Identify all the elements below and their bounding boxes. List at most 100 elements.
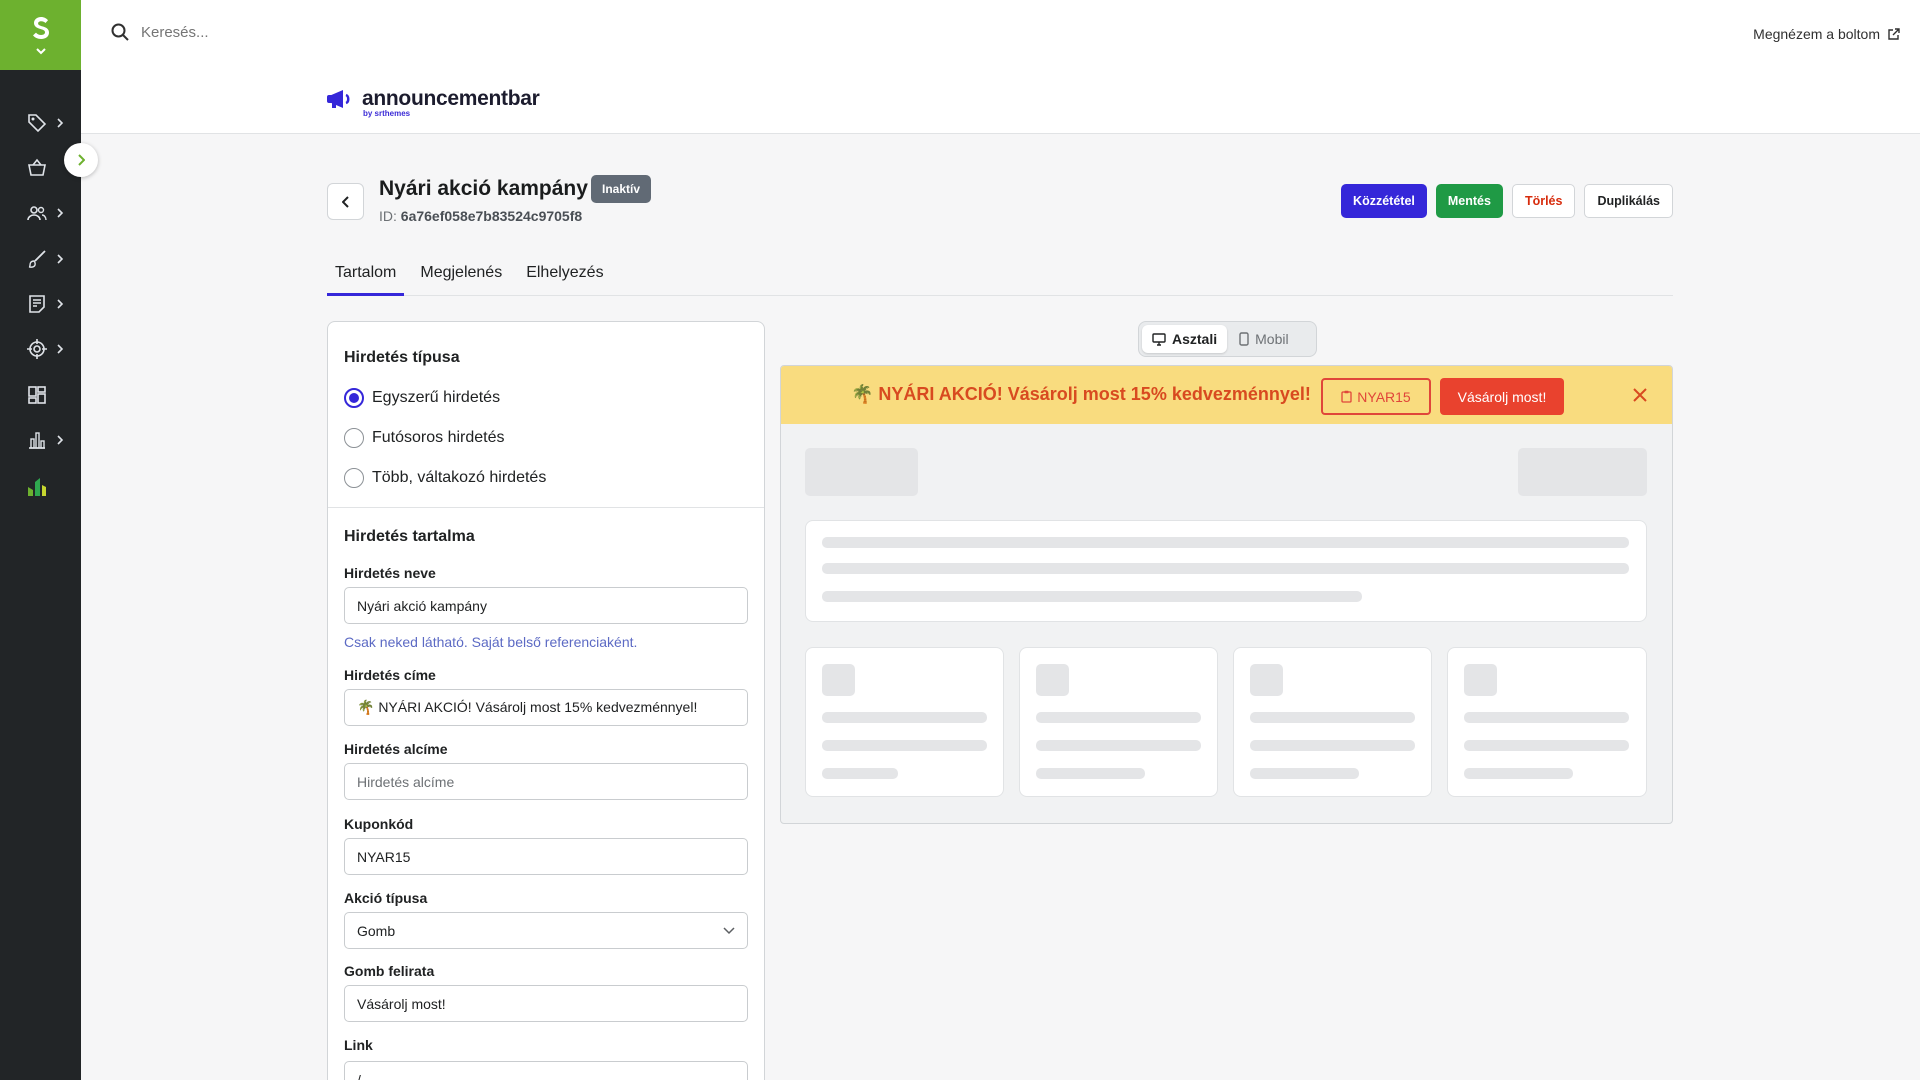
view-store-label: Megnézem a boltom — [1753, 26, 1880, 42]
chevron-down-icon — [723, 926, 735, 934]
chevron-right-icon — [57, 253, 67, 265]
skeleton-line — [822, 537, 1629, 548]
sidebar-item-marketing[interactable] — [0, 327, 81, 371]
skeleton-product-card — [1019, 647, 1218, 797]
sidebar-item-content[interactable] — [0, 282, 81, 326]
basket-icon — [26, 157, 48, 179]
page-actions: Közzététel Mentés Törlés Duplikálás — [1341, 184, 1673, 218]
tab-appearance[interactable]: Megjelenés — [412, 256, 510, 296]
analytics-icon — [26, 429, 48, 451]
top-bar: Megnézem a boltom — [81, 0, 1920, 70]
tag-icon — [26, 112, 48, 134]
sidebar-item-apps[interactable] — [0, 373, 81, 417]
coupon-input[interactable]: NYAR15 — [344, 838, 748, 875]
radio-button-selected — [344, 388, 364, 408]
chevron-right-icon — [57, 343, 67, 355]
store-logo-button[interactable] — [0, 0, 81, 70]
skeleton-line — [822, 768, 898, 779]
radio-label: Több, váltakozó hirdetés — [372, 469, 547, 486]
radio-simple-ad[interactable]: Egyszerű hirdetés — [344, 378, 546, 418]
button-text-input[interactable]: Vásárolj most! — [344, 985, 748, 1022]
chevron-right-icon — [57, 434, 67, 446]
chevron-right-icon — [57, 117, 67, 129]
app-brand-logo: announcementbar by srthemes — [327, 88, 540, 118]
back-button[interactable] — [327, 183, 364, 220]
skeleton-thumb — [1464, 664, 1497, 696]
skeleton-header-action — [1518, 448, 1647, 496]
duplicate-button[interactable]: Duplikálás — [1584, 184, 1673, 218]
sidebar-item-products[interactable] — [0, 101, 81, 145]
tab-placement[interactable]: Elhelyezés — [518, 256, 611, 296]
skeleton-line — [1036, 768, 1145, 779]
sidebar-item-app-logo[interactable] — [0, 465, 81, 509]
preview-device-toggle: Asztali Mobil — [1138, 321, 1317, 357]
desktop-view-button[interactable]: Asztali — [1142, 325, 1228, 353]
search-icon — [111, 23, 129, 41]
brand-subtitle: by srthemes — [363, 109, 411, 118]
monitor-icon — [1152, 332, 1166, 346]
ad-settings-card: Hirdetés típusa Egyszerű hirdetés Futóso… — [327, 321, 765, 1080]
skeleton-line — [1464, 740, 1629, 751]
palm-tree-icon: 🌴 — [851, 384, 874, 404]
campaign-id-label: ID: — [379, 208, 397, 224]
skeleton-line — [1250, 768, 1359, 779]
ad-type-radio-group: Egyszerű hirdetés Futósoros hirdetés Töb… — [344, 378, 546, 498]
ad-name-label: Hirdetés neve — [344, 565, 436, 581]
campaign-id-value: 6a76ef058e7b83524c9705f8 — [400, 208, 583, 224]
skeleton-thumb — [1250, 664, 1283, 696]
ad-title-label: Hirdetés címe — [344, 667, 436, 683]
skeleton-line — [822, 563, 1629, 574]
close-icon — [1633, 388, 1647, 402]
mobile-view-button[interactable]: Mobil — [1229, 325, 1298, 353]
chevron-down-icon — [35, 47, 46, 54]
chevron-right-icon — [78, 154, 85, 166]
sidebar-item-customers[interactable] — [0, 191, 81, 235]
action-type-select[interactable]: Gomb — [344, 912, 748, 949]
section-divider — [328, 507, 764, 508]
search-box — [111, 23, 441, 41]
search-input[interactable] — [141, 23, 441, 41]
announcement-text: 🌴 NYÁRI AKCIÓ! Vásárolj most 15% kedvezm… — [851, 384, 1311, 405]
announcement-bar-preview: 🌴 NYÁRI AKCIÓ! Vásárolj most 15% kedvezm… — [781, 366, 1672, 424]
ad-name-help: Csak neked látható. Saját belső referenc… — [344, 634, 638, 650]
radio-rotating-ad[interactable]: Több, váltakozó hirdetés — [344, 458, 546, 498]
clipboard-icon — [1341, 390, 1352, 403]
publish-button[interactable]: Közzététel — [1341, 184, 1427, 218]
skeleton-product-card — [1447, 647, 1647, 797]
ad-content-heading: Hirdetés tartalma — [344, 528, 475, 545]
delete-button[interactable]: Törlés — [1511, 184, 1576, 218]
sidebar-expand-button[interactable] — [64, 143, 98, 177]
skeleton-line — [822, 712, 987, 723]
radio-label: Futósoros hirdetés — [372, 429, 505, 446]
page-title: Nyári akció kampány — [379, 177, 588, 200]
link-label: Link — [344, 1037, 373, 1053]
announcement-cta-button[interactable]: Vásárolj most! — [1440, 378, 1564, 415]
storefront-preview: 🌴 NYÁRI AKCIÓ! Vásárolj most 15% kedvezm… — [780, 365, 1673, 824]
sidebar-item-design[interactable] — [0, 237, 81, 281]
apps-icon — [26, 384, 48, 406]
chevron-right-icon — [57, 207, 67, 219]
announcement-close-button[interactable] — [1631, 386, 1649, 404]
phone-icon — [1239, 332, 1249, 346]
sidebar-item-analytics[interactable] — [0, 418, 81, 462]
announcement-message: NYÁRI AKCIÓ! Vásárolj most 15% kedvezmén… — [878, 384, 1311, 404]
ad-subtitle-input[interactable]: Hirdetés alcíme — [344, 763, 748, 800]
announcement-coupon-code: NYAR15 — [1357, 388, 1411, 405]
target-icon — [26, 338, 48, 360]
app-logo-icon — [26, 476, 48, 498]
ad-title-input[interactable]: 🌴 NYÁRI AKCIÓ! Vásárolj most 15% kedvezm… — [344, 689, 748, 726]
radio-ticker-ad[interactable]: Futósoros hirdetés — [344, 418, 546, 458]
ad-name-input[interactable]: Nyári akció kampány — [344, 587, 748, 624]
radio-button — [344, 428, 364, 448]
app-header: announcementbar by srthemes — [81, 70, 1920, 134]
save-button[interactable]: Mentés — [1435, 184, 1503, 218]
skeleton-line — [1464, 768, 1573, 779]
view-store-link[interactable]: Megnézem a boltom — [1753, 26, 1900, 42]
megaphone-icon — [327, 90, 350, 108]
skeleton-line — [1250, 740, 1415, 751]
link-input[interactable]: / — [344, 1061, 748, 1080]
tab-content[interactable]: Tartalom — [327, 256, 405, 296]
announcement-coupon-button[interactable]: NYAR15 — [1321, 378, 1431, 415]
action-type-value: Gomb — [357, 922, 396, 939]
radio-button — [344, 468, 364, 488]
